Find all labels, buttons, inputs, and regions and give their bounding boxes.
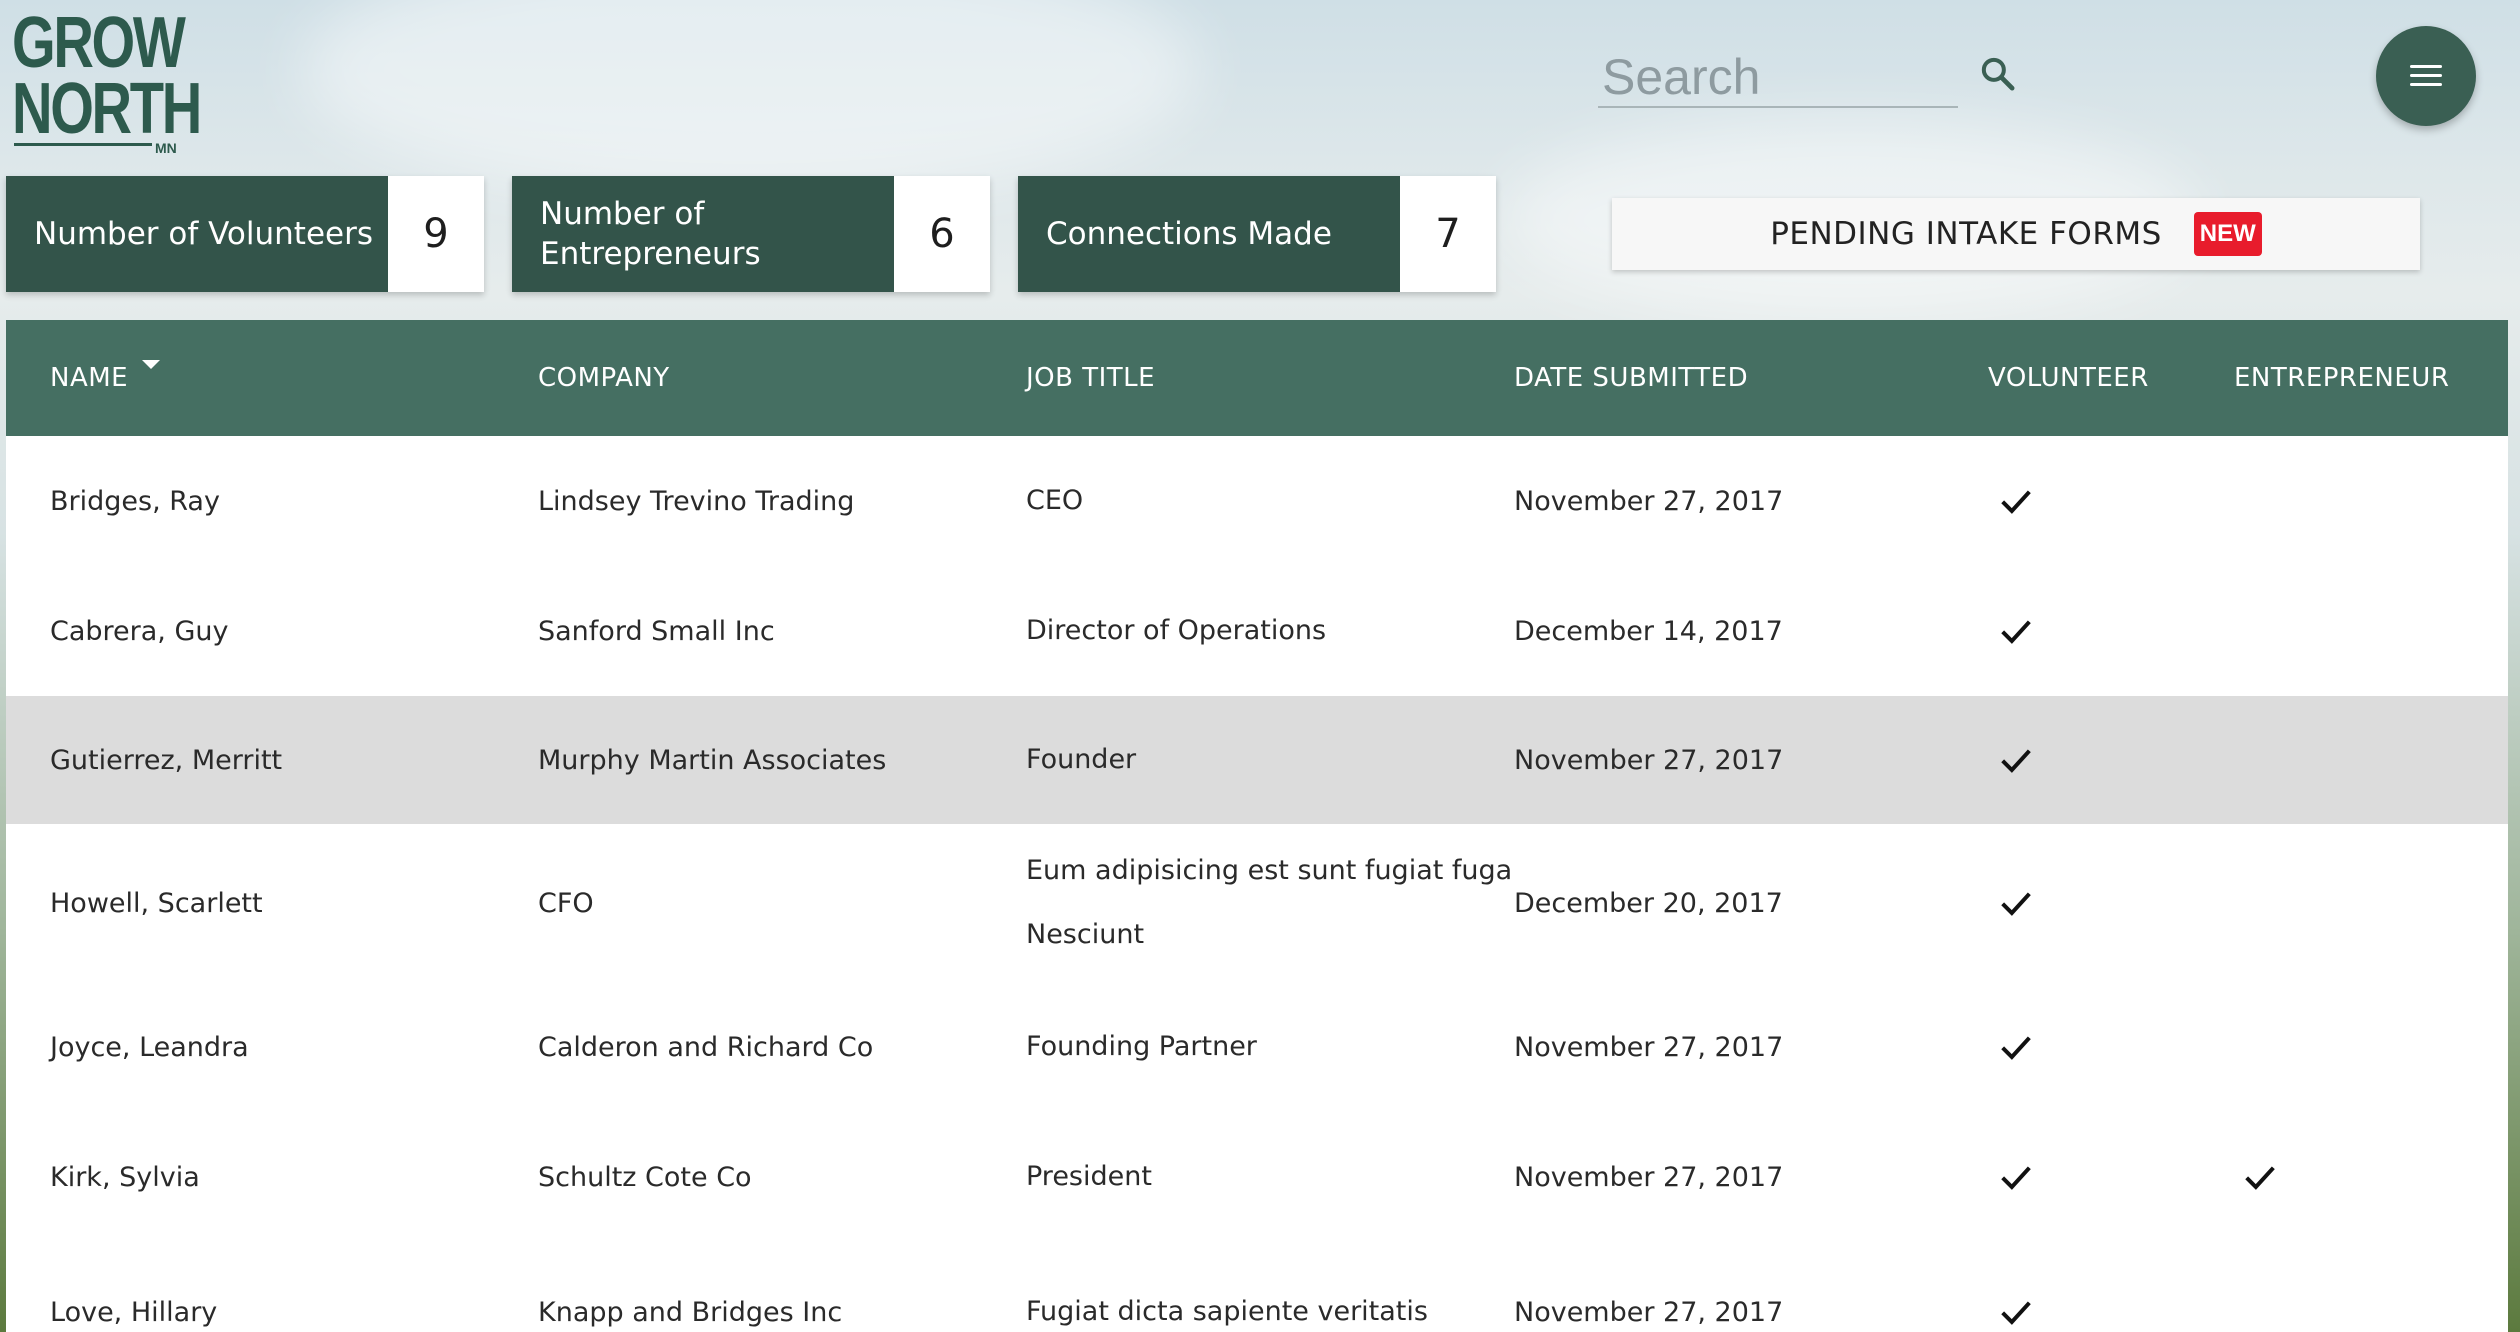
stat-volunteers: Number of Volunteers 9 [6, 176, 484, 292]
column-header-job-title[interactable]: JOB TITLE [1026, 320, 1155, 436]
cell-job-title: Director of Operations [1026, 566, 1326, 696]
column-label: DATE SUBMITTED [1514, 363, 1749, 393]
table-header: NAME COMPANY JOB TITLE DATE SUBMITTED VO… [6, 320, 2508, 436]
cell-name: Cabrera, Guy [50, 615, 229, 647]
column-header-entrepreneur[interactable]: ENTREPRENEUR [2234, 320, 2449, 436]
job-title-line: Nesciunt [1026, 919, 1145, 950]
job-title-line: President [1026, 1161, 1152, 1192]
job-title-line: Founding Partner [1026, 1031, 1257, 1062]
pending-intake-forms-button[interactable]: PENDING INTAKE FORMS NEW [1612, 198, 2420, 270]
logo-line-1: GROW [12, 3, 186, 83]
cell-name: Joyce, Leandra [50, 1031, 249, 1063]
table-row[interactable]: Howell, Scarlett CFO Eum adipisicing est s… [6, 824, 2508, 982]
cell-name: Love, Hillary [50, 1296, 218, 1328]
cell-name: Bridges, Ray [50, 485, 220, 517]
cell-company: Schultz Cote Co [538, 1161, 752, 1193]
volunteer-check-icon [2001, 1166, 2031, 1190]
stat-connections: Connections Made 7 [1018, 176, 1496, 292]
logo-rule [14, 143, 152, 146]
volunteer-check-icon [2001, 490, 2031, 514]
stat-value: 9 [388, 176, 484, 292]
cell-company: Calderon and Richard Co [538, 1031, 874, 1063]
logo-line-2: NORTH [12, 69, 202, 149]
column-header-company[interactable]: COMPANY [538, 320, 670, 436]
cell-job-title: Founding Partner [1026, 982, 1257, 1112]
column-label: COMPANY [538, 363, 670, 393]
sort-descending-icon[interactable] [142, 360, 160, 369]
table-body: Bridges, Ray Lindsey Trevino Trading CEO No… [6, 436, 2508, 1332]
background-cloud [300, 0, 1200, 200]
cell-company: Sanford Small Inc [538, 615, 775, 647]
grow-north-logo[interactable]: GROW NORTH MN [12, 3, 202, 156]
cell-date-submitted: November 27, 2017 [1514, 1161, 1784, 1193]
cell-date-submitted: December 14, 2017 [1514, 615, 1783, 647]
stat-label: Number of Volunteers [6, 176, 388, 292]
cell-job-title: President [1026, 1112, 1152, 1242]
cell-company: Murphy Martin Associates [538, 744, 887, 776]
job-title-line: Director of Operations [1026, 615, 1327, 646]
column-label: ENTREPRENEUR [2234, 363, 2450, 393]
intake-table: NAME COMPANY JOB TITLE DATE SUBMITTED VO… [6, 320, 2508, 1332]
column-label: VOLUNTEER [1988, 363, 2149, 393]
table-row[interactable]: Cabrera, Guy Sanford Small Inc Director of… [6, 566, 2508, 696]
table-row[interactable]: Joyce, Leandra Calderon and Richard Co Fou… [6, 982, 2508, 1112]
cell-job-title: Founder [1026, 696, 1136, 824]
cell-date-submitted: December 20, 2017 [1514, 887, 1783, 919]
column-header-date-submitted[interactable]: DATE SUBMITTED [1514, 320, 1748, 436]
job-title-line: CEO [1026, 485, 1084, 516]
cell-job-title: Eum adipisicing est sunt fugiat fuga Nesc… [1026, 824, 1512, 982]
cell-name: Kirk, Sylvia [50, 1161, 200, 1193]
cell-job-title: CEO [1026, 436, 1083, 566]
cell-name: Gutierrez, Merritt [50, 744, 283, 776]
stat-value: 6 [894, 176, 990, 292]
cell-company: Lindsey Trevino Trading [538, 485, 855, 517]
job-title-line: Fugiat dicta sapiente veritatis [1026, 1296, 1428, 1327]
volunteer-check-icon [2001, 749, 2031, 773]
job-title-line: Founder [1026, 744, 1137, 775]
cell-name: Howell, Scarlett [50, 887, 263, 919]
cell-date-submitted: November 27, 2017 [1514, 485, 1784, 517]
column-label: NAME [50, 363, 129, 393]
stat-entrepreneurs: Number of Entrepreneurs 6 [512, 176, 990, 292]
pending-intake-label: PENDING INTAKE FORMS [1770, 216, 2162, 252]
table-row[interactable]: Love, Hillary Knapp and Bridges Inc Fugiat… [6, 1242, 2508, 1332]
job-title-line: Eum adipisicing est sunt fugiat fuga [1026, 855, 1513, 886]
cell-company: Knapp and Bridges Inc [538, 1296, 843, 1328]
cell-company: CFO [538, 887, 594, 919]
menu-button[interactable] [2376, 26, 2476, 126]
table-row[interactable]: Gutierrez, Merritt Murphy Martin Associat… [6, 696, 2508, 824]
cell-date-submitted: November 27, 2017 [1514, 744, 1784, 776]
table-row[interactable]: Kirk, Sylvia Schultz Cote Co President Nove… [6, 1112, 2508, 1242]
volunteer-check-icon [2001, 620, 2031, 644]
cell-date-submitted: November 27, 2017 [1514, 1031, 1784, 1063]
cell-date-submitted: November 27, 2017 [1514, 1296, 1784, 1328]
column-label: JOB TITLE [1026, 363, 1156, 393]
search-icon[interactable] [1978, 54, 2018, 94]
stat-label: Connections Made [1018, 176, 1400, 292]
column-header-volunteer[interactable]: VOLUNTEER [1988, 320, 2149, 436]
search-field [1598, 48, 1958, 108]
volunteer-check-icon [2001, 1301, 2031, 1325]
stat-label: Number of Entrepreneurs [512, 176, 894, 292]
volunteer-check-icon [2001, 892, 2031, 916]
volunteer-check-icon [2001, 1036, 2031, 1060]
column-header-name[interactable]: NAME [50, 320, 128, 436]
table-row[interactable]: Bridges, Ray Lindsey Trevino Trading CEO No… [6, 436, 2508, 566]
new-badge: NEW [2193, 212, 2262, 256]
stat-value: 7 [1400, 176, 1496, 292]
search-input[interactable] [1598, 48, 1958, 106]
logo-suffix: MN [155, 140, 177, 156]
entrepreneur-check-icon [2245, 1166, 2275, 1190]
cell-job-title: Fugiat dicta sapiente veritatis [1026, 1242, 1428, 1332]
